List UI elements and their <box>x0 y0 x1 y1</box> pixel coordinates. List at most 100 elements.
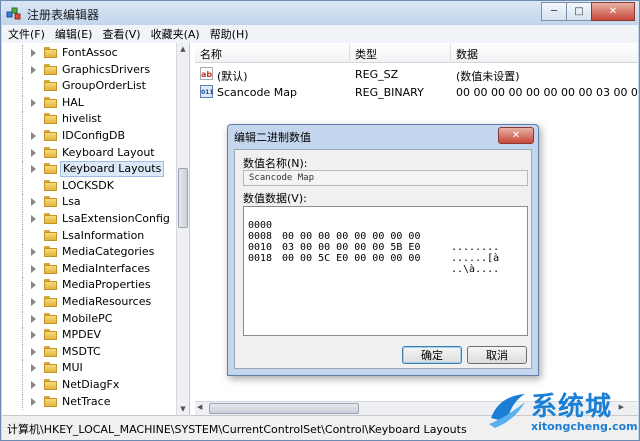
watermark: 系统城 xitongcheng.com <box>483 384 640 441</box>
column-header-data[interactable]: 数据 <box>456 46 478 62</box>
tree-item[interactable]: HAL <box>2 94 177 111</box>
tree-item[interactable]: MPDEV <box>2 327 177 344</box>
menu-file[interactable]: 文件(F) <box>8 26 45 42</box>
scroll-down-arrow-icon[interactable]: ▼ <box>177 403 189 415</box>
hex-bytes[interactable]: 00 00 5C E0 00 00 00 00 <box>282 253 420 264</box>
tree-item[interactable]: hivelist <box>2 111 177 128</box>
list-item[interactable]: ab (默认) REG_SZ (数值未设置) <box>195 65 638 83</box>
column-header-type[interactable]: 类型 <box>355 46 377 62</box>
menu-favorites[interactable]: 收藏夹(A) <box>151 26 200 42</box>
scroll-up-arrow-icon[interactable]: ▲ <box>177 43 189 55</box>
tree-item[interactable]: FontAssoc <box>2 45 177 61</box>
tree-connector <box>22 144 23 161</box>
window-title: 注册表编辑器 <box>27 8 100 22</box>
tree-item[interactable]: LOCKSDK <box>2 177 177 194</box>
expand-arrow-icon[interactable] <box>31 281 36 290</box>
menu-edit[interactable]: 编辑(E) <box>55 26 93 42</box>
expand-arrow-icon[interactable] <box>31 248 36 257</box>
tree-item-label: MediaProperties <box>62 278 151 292</box>
tree-item-label: LsaInformation <box>62 228 145 242</box>
tree-connector <box>22 360 23 377</box>
close-button[interactable]: ✕ <box>591 2 635 21</box>
expand-arrow-icon[interactable] <box>31 198 36 207</box>
expand-arrow-icon[interactable] <box>31 132 36 140</box>
folder-icon <box>44 130 57 141</box>
tree-item-label: LsaExtensionConfig <box>62 212 170 225</box>
hex-row: 0010 00 00 5C E0 00 00 00 00 ..\à.... <box>248 231 523 275</box>
folder-icon <box>44 196 57 208</box>
tree-item[interactable]: NetTrace <box>2 393 177 410</box>
folder-icon <box>44 63 57 75</box>
expand-arrow-icon[interactable] <box>31 381 36 389</box>
close-icon: ✕ <box>511 130 521 141</box>
expand-arrow-icon[interactable] <box>31 215 36 223</box>
tree-item[interactable]: MSDTC <box>2 343 177 360</box>
tree-item[interactable]: MediaProperties <box>2 277 177 294</box>
tree-item-label: GraphicsDrivers <box>62 62 151 76</box>
tree-item[interactable]: GroupOrderList <box>2 78 177 95</box>
folder-icon <box>44 362 57 374</box>
window-controls: ─ □ ✕ <box>541 2 635 22</box>
value-name: Scancode Map <box>217 86 297 99</box>
tree-item-label: hivelist <box>62 112 102 126</box>
ok-button[interactable]: 确定 <box>402 346 462 364</box>
tree-connector <box>22 294 23 310</box>
key-tree: FontAssoc GraphicsDrivers GroupOrderList HA… <box>2 43 190 415</box>
expand-arrow-icon[interactable] <box>31 148 36 157</box>
hex-ascii[interactable]: ..\à.... <box>451 264 499 275</box>
scroll-left-arrow-icon[interactable]: ◀ <box>197 403 202 411</box>
tree-item[interactable]: Keyboard Layout <box>2 144 177 161</box>
folder-icon <box>44 279 57 291</box>
hex-ascii[interactable]: ......[à <box>451 253 499 264</box>
cancel-button[interactable]: 取消 <box>467 346 527 364</box>
tree-item[interactable]: LsaExtensionConfig <box>2 211 177 227</box>
hex-editor[interactable]: 0000 00 00 00 00 00 00 00 00 ........ 00… <box>243 206 528 336</box>
hex-row: 0000 00 00 00 00 00 00 00 00 ........ <box>248 209 523 253</box>
tree-item[interactable]: Lsa <box>2 194 177 211</box>
expand-arrow-icon[interactable] <box>31 347 36 356</box>
expand-arrow-icon[interactable] <box>31 314 36 323</box>
tree-item[interactable]: IDConfigDB <box>2 128 177 144</box>
column-header-name[interactable]: 名称 <box>200 46 222 62</box>
tree-connector <box>22 78 23 95</box>
expand-arrow-icon[interactable] <box>31 49 36 57</box>
expand-arrow-icon[interactable] <box>31 65 36 74</box>
close-icon: ✕ <box>608 6 618 17</box>
column-divider[interactable] <box>349 43 350 63</box>
expand-arrow-icon[interactable] <box>31 165 36 174</box>
minimize-button[interactable]: ─ <box>541 2 567 21</box>
tree-item[interactable]: LsaInformation <box>2 227 177 244</box>
expand-arrow-icon[interactable] <box>31 331 36 340</box>
tree-item[interactable]: GraphicsDrivers <box>2 61 177 78</box>
tree-item[interactable]: MobilePC <box>2 310 177 327</box>
tree-item-label: Lsa <box>62 195 81 209</box>
menu-help[interactable]: 帮助(H) <box>210 26 249 42</box>
tree-item-label: NetTrace <box>62 394 111 408</box>
tree-item[interactable]: Keyboard Layouts <box>2 161 177 178</box>
value-data: (数值未设置) <box>456 70 520 83</box>
tree-connector <box>22 310 23 327</box>
tree-vertical-scrollbar[interactable]: ▲ ▼ <box>176 43 189 415</box>
expand-arrow-icon[interactable] <box>31 364 36 373</box>
tree-connector <box>22 227 23 244</box>
menu-view[interactable]: 查看(V) <box>102 26 140 42</box>
tree-item[interactable]: MUI <box>2 360 177 377</box>
list-item[interactable]: 011 Scancode Map REG_BINARY 00 00 00 00 … <box>195 83 638 101</box>
tree-item-label: MediaInterfaces <box>62 261 151 275</box>
tree-item-label: LOCKSDK <box>62 178 114 192</box>
tree-item[interactable]: NetDiagFx <box>2 377 177 393</box>
column-divider[interactable] <box>450 43 451 63</box>
tree-item[interactable]: MediaInterfaces <box>2 260 177 277</box>
expand-arrow-icon[interactable] <box>31 98 36 107</box>
expand-arrow-icon[interactable] <box>31 264 36 273</box>
watermark-url: xitongcheng.com <box>531 420 638 433</box>
dialog-close-button[interactable]: ✕ <box>498 127 534 144</box>
list-scroll-thumb[interactable] <box>209 403 359 414</box>
value-type: REG_BINARY <box>355 86 424 99</box>
tree-item[interactable]: MediaResources <box>2 294 177 310</box>
tree-scroll-thumb[interactable] <box>178 168 188 228</box>
expand-arrow-icon[interactable] <box>31 298 36 306</box>
maximize-button[interactable]: □ <box>566 2 592 21</box>
tree-item[interactable]: MediaCategories <box>2 244 177 261</box>
expand-arrow-icon[interactable] <box>31 397 36 406</box>
